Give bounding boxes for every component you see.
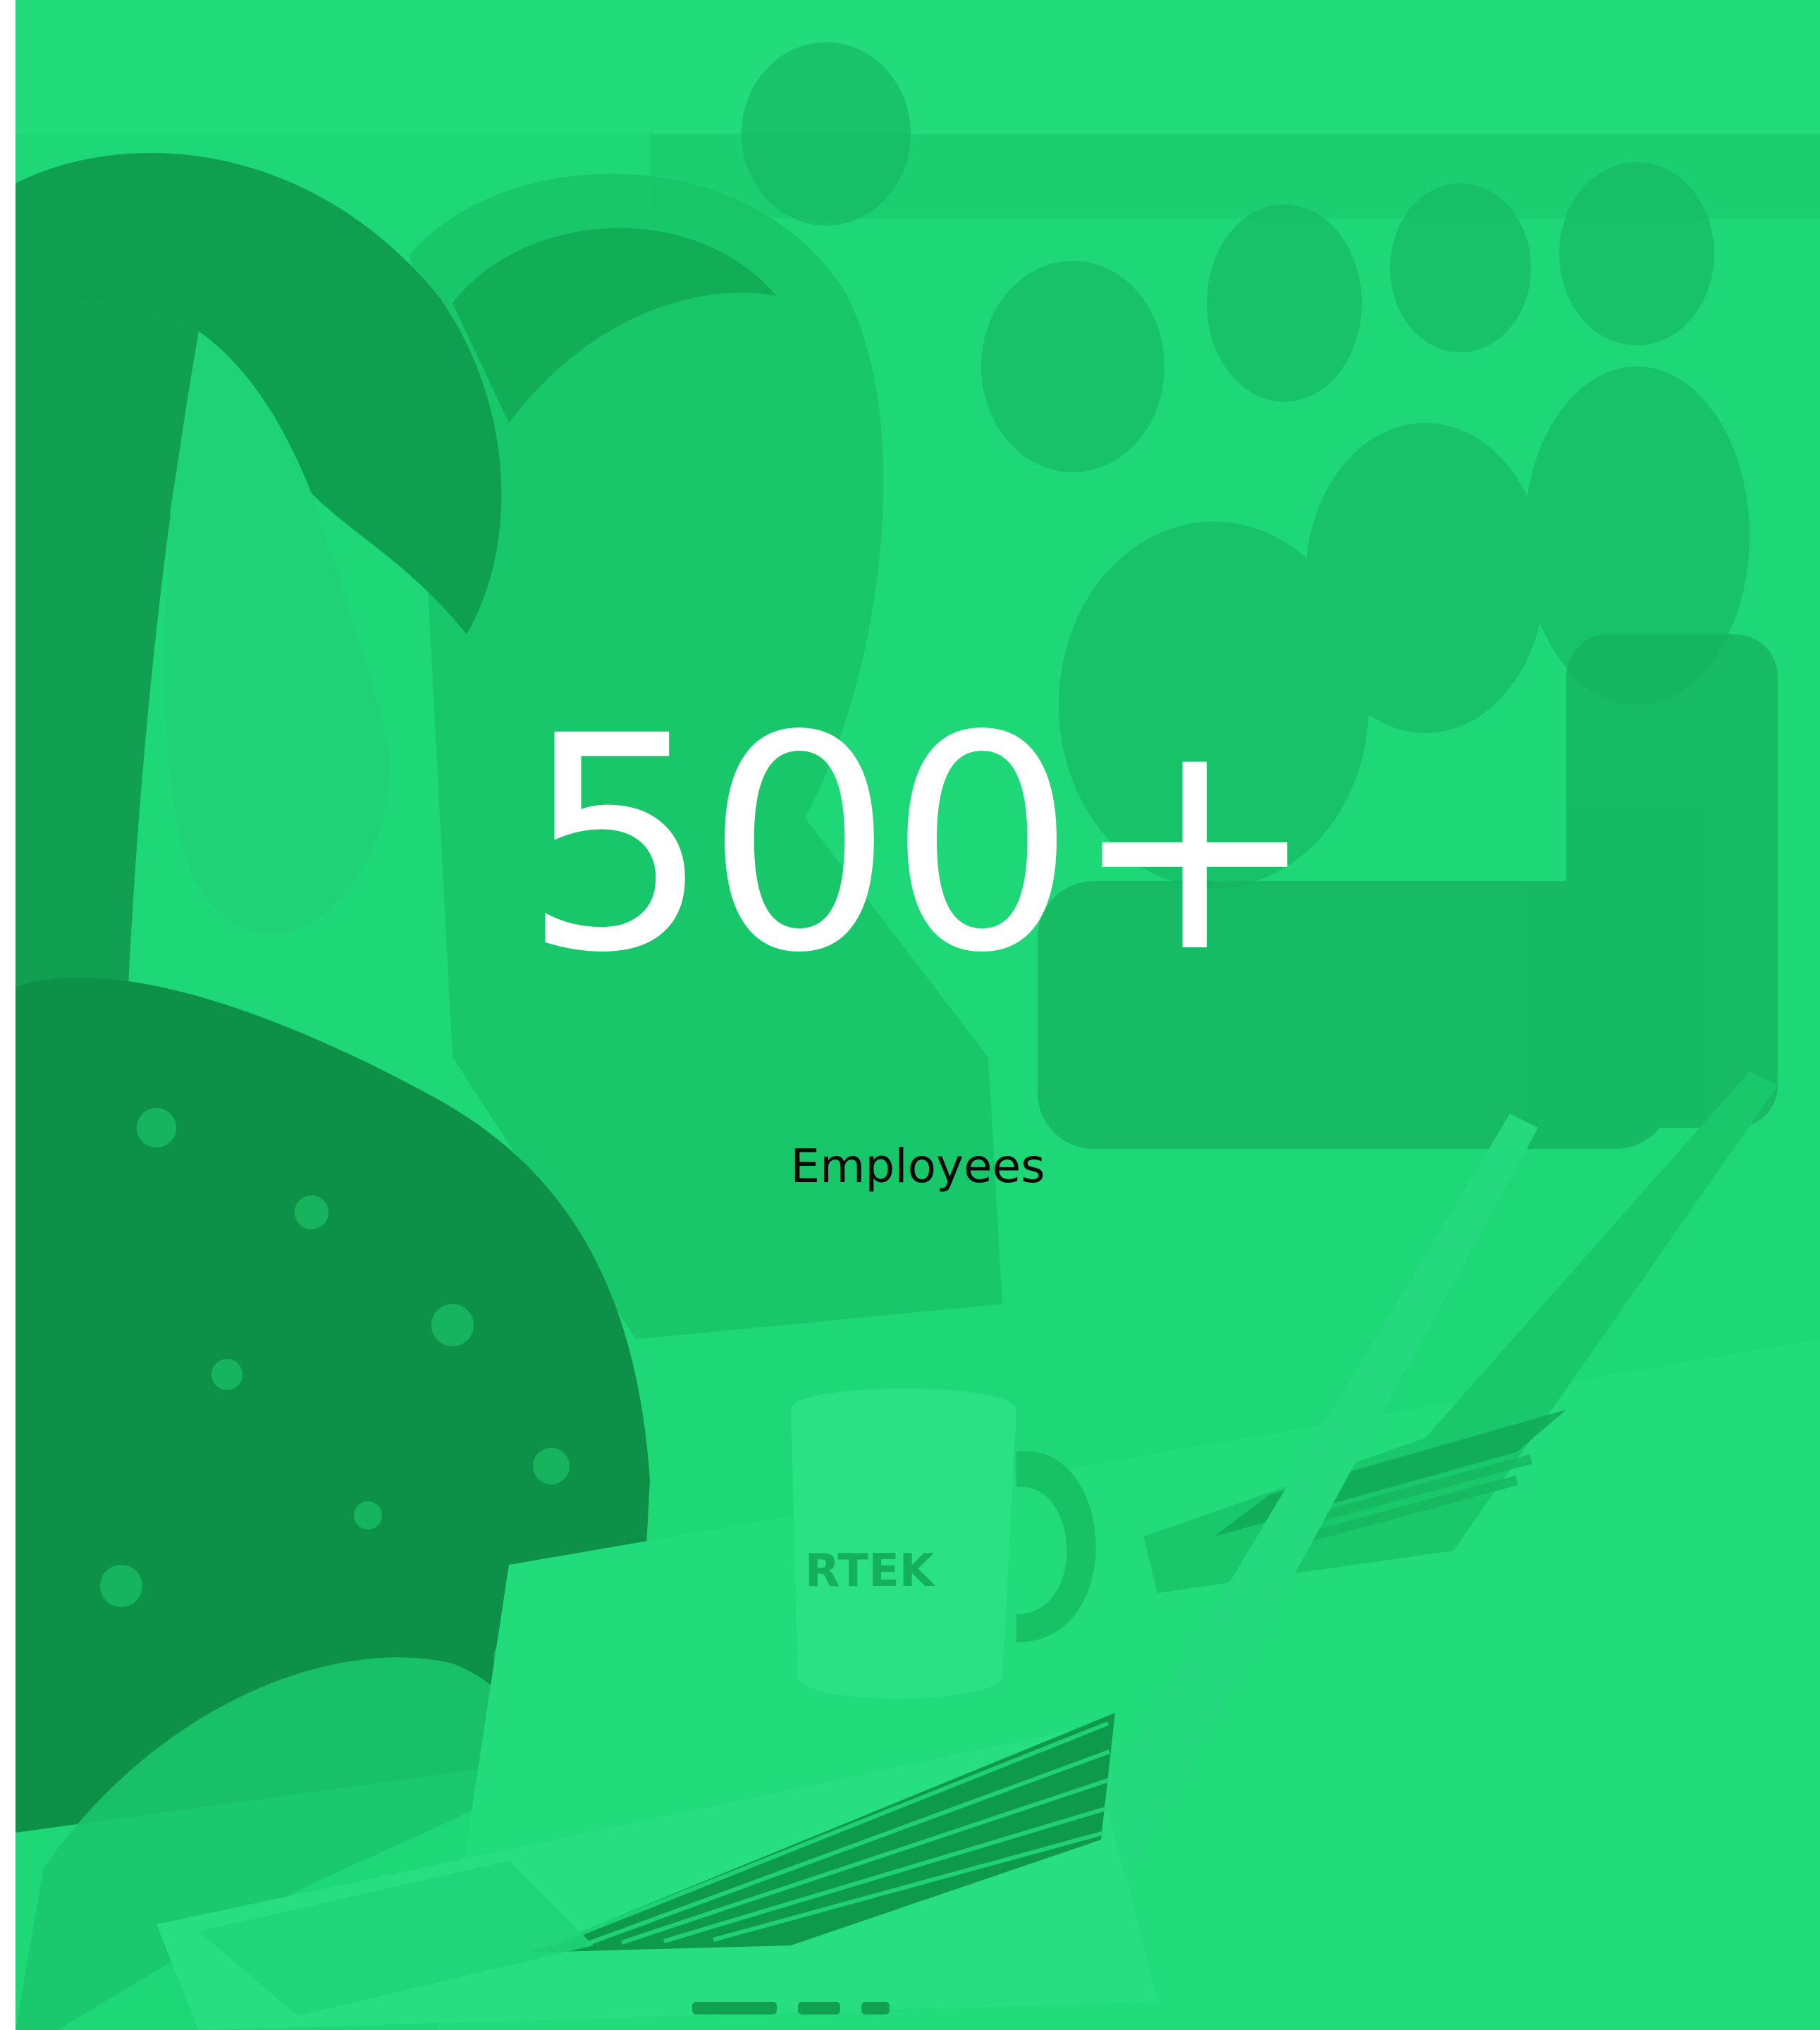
employee-count-label: Employees [790, 1139, 1045, 1193]
employee-count-value: 500+ [522, 673, 1319, 1018]
mug-brand-text: RTEK [805, 1545, 936, 1597]
employee-stat-card: RTEK 500+ Employees [16, 0, 1820, 2030]
